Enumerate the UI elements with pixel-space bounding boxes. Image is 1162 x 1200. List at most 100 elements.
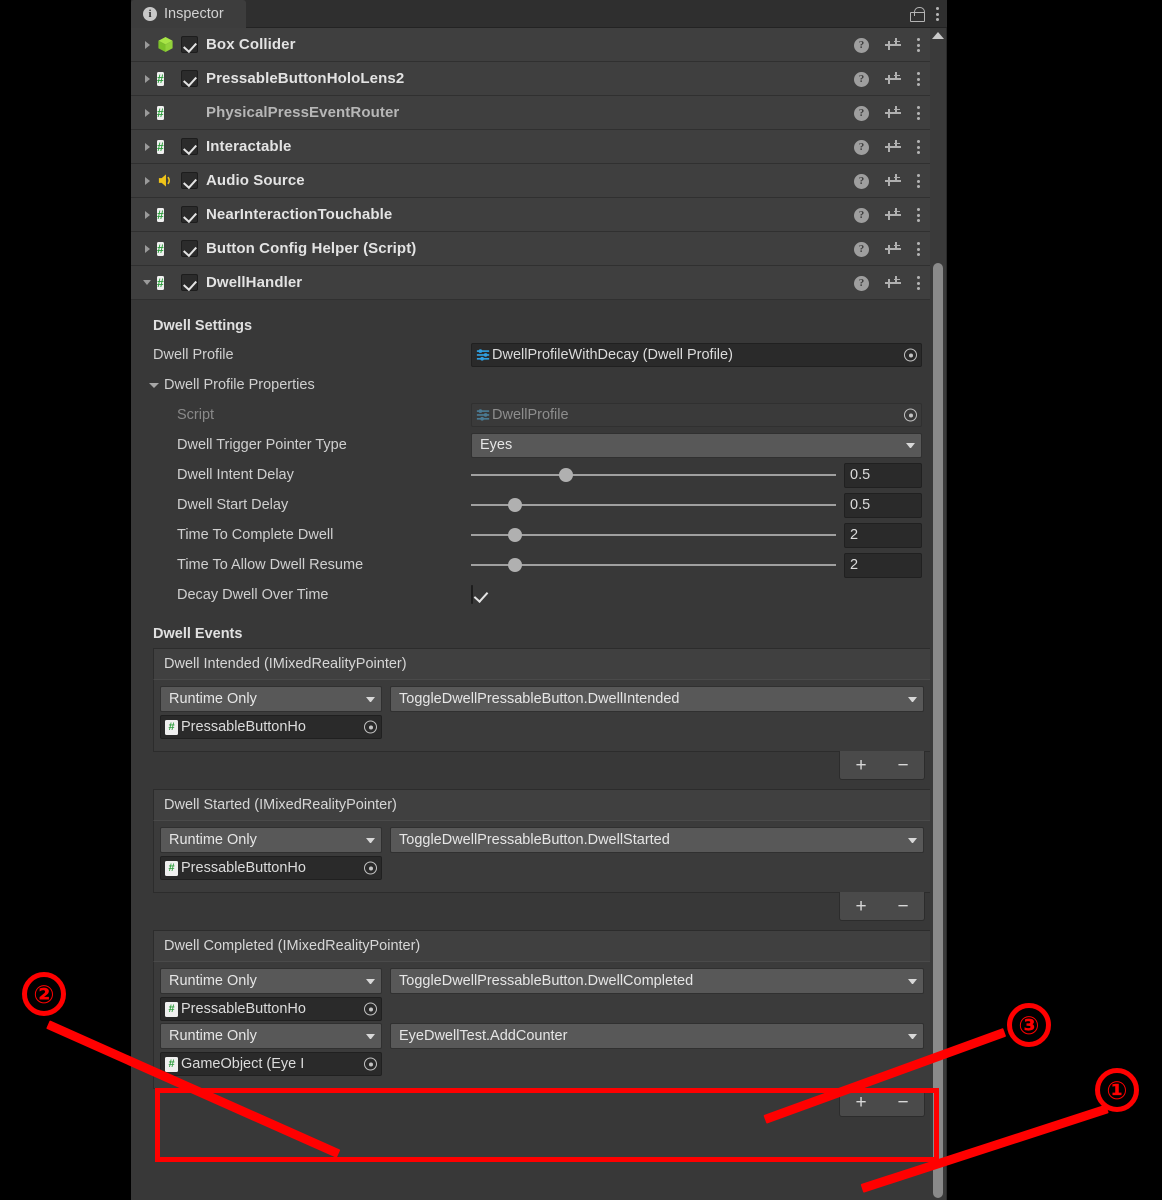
slider-handle[interactable]	[507, 558, 522, 572]
event-target-object-field[interactable]: # PressableButtonHo	[160, 997, 382, 1021]
slider-handle[interactable]	[507, 528, 522, 542]
component-name: PhysicalPressEventRouter	[206, 104, 400, 121]
event-block-body: Runtime Only ToggleDwellPressableButton.D…	[153, 820, 931, 893]
help-icon[interactable]: ?	[854, 139, 869, 155]
add-listener-button[interactable]: +	[849, 756, 872, 775]
component-row-tools: ?	[854, 164, 920, 198]
event-function-dropdown[interactable]: ToggleDwellPressableButton.DwellIntended	[390, 686, 924, 712]
chevron-down-icon[interactable]	[139, 266, 155, 300]
preset-icon[interactable]	[885, 106, 901, 120]
preset-icon[interactable]	[885, 276, 901, 290]
chevron-right-icon[interactable]	[139, 62, 155, 96]
dwell-profile-label: Dwell Profile	[153, 347, 234, 363]
slider-control[interactable]	[471, 463, 836, 487]
component-row-button-config-helper-script[interactable]: # Button Config Helper (Script)?	[131, 232, 930, 266]
kebab-menu-icon[interactable]	[917, 174, 920, 188]
decay-dwell-row: Decay Dwell Over Time	[139, 580, 922, 610]
object-picker-icon[interactable]	[364, 1057, 377, 1071]
kebab-menu-icon[interactable]	[917, 242, 920, 256]
lock-icon[interactable]	[910, 6, 925, 22]
slider-value-field[interactable]: 0.5	[844, 492, 922, 518]
component-enabled-checkbox[interactable]	[181, 70, 198, 87]
script-value: DwellProfile	[492, 407, 569, 423]
preset-icon[interactable]	[885, 72, 901, 86]
decay-dwell-checkbox[interactable]	[471, 585, 473, 604]
component-row-audio-source[interactable]: Audio Source?	[131, 164, 930, 198]
remove-listener-button[interactable]: −	[891, 756, 914, 775]
component-enabled-checkbox[interactable]	[181, 36, 198, 53]
help-icon[interactable]: ?	[854, 105, 869, 121]
object-picker-icon[interactable]	[364, 1002, 377, 1016]
event-target-object-field[interactable]: # GameObject (Eye I	[160, 1052, 382, 1076]
add-listener-button[interactable]: +	[849, 897, 872, 916]
kebab-menu-icon[interactable]	[917, 140, 920, 154]
chevron-right-icon[interactable]	[139, 232, 155, 266]
help-icon[interactable]: ?	[854, 71, 869, 87]
preset-icon[interactable]	[885, 140, 901, 154]
component-enabled-checkbox[interactable]	[181, 240, 198, 257]
slider-control[interactable]	[471, 523, 836, 547]
chevron-right-icon[interactable]	[139, 198, 155, 232]
event-call-state-dropdown[interactable]: Runtime Only	[160, 686, 382, 712]
component-enabled-checkbox[interactable]	[181, 138, 198, 155]
component-enabled-checkbox[interactable]	[181, 206, 198, 223]
object-picker-icon[interactable]	[364, 861, 377, 875]
slider-handle[interactable]	[507, 498, 522, 512]
dwell-profile-properties-foldout[interactable]: Dwell Profile Properties	[139, 370, 922, 400]
event-call-state-dropdown[interactable]: Runtime Only	[160, 968, 382, 994]
event-target-object-field[interactable]: # PressableButtonHo	[160, 715, 382, 739]
event-function-dropdown[interactable]: ToggleDwellPressableButton.DwellStarted	[390, 827, 924, 853]
help-icon[interactable]: ?	[854, 207, 869, 223]
help-icon[interactable]: ?	[854, 37, 869, 53]
slider-value-field[interactable]: 2	[844, 522, 922, 548]
event-function-dropdown[interactable]: ToggleDwellPressableButton.DwellComplete…	[390, 968, 924, 994]
dwell-trigger-pointer-type-dropdown[interactable]: Eyes	[471, 432, 922, 458]
component-row-interactable[interactable]: # Interactable?	[131, 130, 930, 164]
chevron-right-icon[interactable]	[139, 28, 155, 62]
component-row-pressablebuttonhololens2[interactable]: # PressableButtonHoloLens2?	[131, 62, 930, 96]
dwell-profile-field[interactable]: DwellProfileWithDecay (Dwell Profile)	[471, 343, 922, 367]
kebab-menu-icon[interactable]	[936, 7, 939, 21]
event-target-object-field[interactable]: # PressableButtonHo	[160, 856, 382, 880]
help-icon[interactable]: ?	[854, 241, 869, 257]
slider-control[interactable]	[471, 553, 836, 577]
object-picker-icon[interactable]	[364, 720, 377, 734]
scrollbar-thumb[interactable]	[933, 263, 943, 1198]
preset-icon[interactable]	[885, 38, 901, 52]
kebab-menu-icon[interactable]	[917, 106, 920, 120]
vertical-scrollbar[interactable]	[930, 28, 946, 1200]
slider-value-field[interactable]: 0.5	[844, 462, 922, 488]
kebab-menu-icon[interactable]	[917, 208, 920, 222]
component-enabled-checkbox[interactable]	[181, 274, 198, 291]
object-picker-icon[interactable]	[904, 348, 917, 362]
event-call-state-dropdown[interactable]: Runtime Only	[160, 1023, 382, 1049]
event-call-state-dropdown[interactable]: Runtime Only	[160, 827, 382, 853]
kebab-menu-icon[interactable]	[917, 72, 920, 86]
preset-icon[interactable]	[885, 174, 901, 188]
preset-icon[interactable]	[885, 208, 901, 222]
remove-listener-button[interactable]: −	[891, 897, 914, 916]
slider-handle[interactable]	[558, 468, 573, 482]
help-icon[interactable]: ?	[854, 275, 869, 291]
chevron-right-icon[interactable]	[139, 130, 155, 164]
add-listener-button[interactable]: +	[849, 1093, 872, 1112]
component-row-dwellhandler[interactable]: # DwellHandler?	[131, 266, 930, 300]
component-row-box-collider[interactable]: Box Collider?	[131, 28, 930, 62]
kebab-menu-icon[interactable]	[917, 276, 920, 290]
tab-inspector[interactable]: i Inspector	[131, 0, 246, 28]
remove-listener-button[interactable]: −	[891, 1093, 914, 1112]
slider-label: Time To Allow Dwell Resume	[177, 557, 364, 573]
component-row-physicalpresseventrouter[interactable]: # PhysicalPressEventRouter?	[131, 96, 930, 130]
chevron-right-icon[interactable]	[139, 164, 155, 198]
chevron-right-icon[interactable]	[139, 96, 155, 130]
component-row-nearinteractiontouchable[interactable]: # NearInteractionTouchable?	[131, 198, 930, 232]
scroll-up-arrow-icon[interactable]	[932, 32, 944, 39]
component-enabled-checkbox[interactable]	[181, 172, 198, 189]
event-block-header: Dwell Started (IMixedRealityPointer)	[153, 789, 931, 820]
help-icon[interactable]: ?	[854, 173, 869, 189]
kebab-menu-icon[interactable]	[917, 38, 920, 52]
preset-icon[interactable]	[885, 242, 901, 256]
slider-value-field[interactable]: 2	[844, 552, 922, 578]
slider-control[interactable]	[471, 493, 836, 517]
event-function-dropdown[interactable]: EyeDwellTest.AddCounter	[390, 1023, 924, 1049]
